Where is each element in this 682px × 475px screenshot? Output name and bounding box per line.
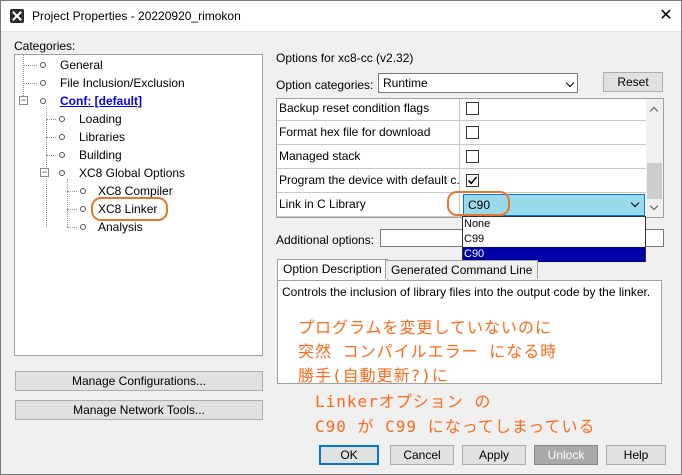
tree-node-icon bbox=[40, 62, 46, 68]
annotation-line: 突然 コンパイルエラー になる時 bbox=[298, 342, 558, 361]
tree-item-conf-default[interactable]: Conf: [default] bbox=[60, 94, 142, 108]
tree-node-icon bbox=[59, 116, 65, 122]
option-categories-label: Option categories: bbox=[276, 78, 374, 92]
help-button[interactable]: Help bbox=[606, 445, 666, 465]
row-name: Format hex file for download bbox=[278, 121, 460, 144]
scroll-up-icon[interactable] bbox=[649, 106, 659, 116]
close-icon[interactable]: ✕ bbox=[653, 4, 679, 28]
additional-options-label: Additional options: bbox=[276, 233, 375, 247]
manage-network-tools-button[interactable]: Manage Network Tools... bbox=[15, 400, 263, 420]
cancel-button[interactable]: Cancel bbox=[390, 445, 454, 465]
tree-item-file-inclusion[interactable]: File Inclusion/Exclusion bbox=[60, 76, 185, 90]
project-properties-window: Project Properties - 20220920_rimokon ✕ … bbox=[0, 0, 682, 475]
chevron-down-icon bbox=[565, 78, 575, 88]
row-name: Backup reset condition flags bbox=[278, 99, 460, 120]
window-title: Project Properties - 20220920_rimokon bbox=[32, 9, 241, 23]
tree-node-icon bbox=[59, 152, 65, 158]
checkmark-icon bbox=[467, 176, 478, 185]
tree-item-general[interactable]: General bbox=[60, 58, 103, 72]
description-text: Controls the inclusion of library files … bbox=[282, 285, 651, 299]
checkbox-checked[interactable] bbox=[466, 174, 479, 187]
scroll-thumb[interactable] bbox=[647, 163, 662, 199]
tree-node-icon bbox=[59, 170, 65, 176]
tree-item-analysis[interactable]: Analysis bbox=[98, 220, 143, 234]
annotation-line: 勝手(自動更新?)に bbox=[298, 366, 449, 385]
ok-button[interactable]: OK bbox=[319, 445, 379, 465]
row-name: Managed stack bbox=[278, 145, 460, 168]
options-header: Options for xc8-cc (v2.32) bbox=[276, 51, 414, 65]
checkbox[interactable] bbox=[466, 126, 479, 139]
table-row[interactable]: Backup reset condition flags bbox=[277, 99, 647, 121]
tree-item-xc8-global-options[interactable]: XC8 Global Options bbox=[79, 166, 185, 180]
tree-node-icon bbox=[40, 80, 46, 86]
apply-button[interactable]: Apply bbox=[462, 445, 526, 465]
dropdown-option[interactable]: None bbox=[463, 217, 645, 232]
reset-button[interactable]: Reset bbox=[603, 72, 663, 92]
row-name: Link in C Library bbox=[278, 193, 460, 216]
collapse-icon[interactable]: − bbox=[19, 96, 28, 105]
table-row[interactable]: Program the device with default c... bbox=[277, 169, 647, 193]
tab-generated-command-line[interactable]: Generated Command Line bbox=[385, 260, 539, 279]
collapse-icon[interactable]: − bbox=[40, 168, 49, 177]
title-bar: Project Properties - 20220920_rimokon ✕ bbox=[1, 1, 681, 32]
annotation-line: Linkerオプション の bbox=[315, 392, 492, 411]
manage-configurations-button[interactable]: Manage Configurations... bbox=[15, 371, 263, 391]
tree-item-building[interactable]: Building bbox=[79, 148, 122, 162]
tree-item-loading[interactable]: Loading bbox=[79, 112, 122, 126]
grid-scrollbar[interactable] bbox=[646, 99, 663, 217]
tree-node-icon bbox=[80, 206, 86, 212]
table-row[interactable]: Format hex file for download bbox=[277, 121, 647, 145]
annotation-line: C90 が C99 になってしまっている bbox=[315, 417, 596, 436]
tree-node-icon bbox=[80, 224, 86, 230]
option-categories-select[interactable]: Runtime bbox=[378, 73, 578, 93]
checkbox[interactable] bbox=[466, 150, 479, 163]
checkbox[interactable] bbox=[466, 102, 479, 115]
tree-node-icon bbox=[59, 134, 65, 140]
chevron-down-icon bbox=[630, 198, 640, 208]
tree-node-icon bbox=[40, 98, 46, 104]
scroll-down-icon[interactable] bbox=[649, 201, 659, 211]
table-row[interactable]: Managed stack bbox=[277, 145, 647, 169]
highlight-oval-linker bbox=[91, 197, 168, 221]
unlock-button: Unlock bbox=[534, 445, 598, 465]
c-library-dropdown-list: None C99 C90 bbox=[462, 216, 646, 262]
tab-option-description[interactable]: Option Description bbox=[277, 259, 388, 280]
categories-label: Categories: bbox=[14, 39, 76, 53]
annotation-line: プログラムを変更していないのに bbox=[298, 318, 553, 337]
tree-item-xc8-compiler[interactable]: XC8 Compiler bbox=[98, 184, 173, 198]
app-icon bbox=[10, 9, 24, 23]
row-name: Program the device with default c... bbox=[278, 169, 460, 192]
tree-node-icon bbox=[80, 188, 86, 194]
highlight-oval-c90 bbox=[447, 191, 510, 216]
dropdown-option[interactable]: C99 bbox=[463, 232, 645, 247]
tree-item-libraries[interactable]: Libraries bbox=[79, 130, 125, 144]
